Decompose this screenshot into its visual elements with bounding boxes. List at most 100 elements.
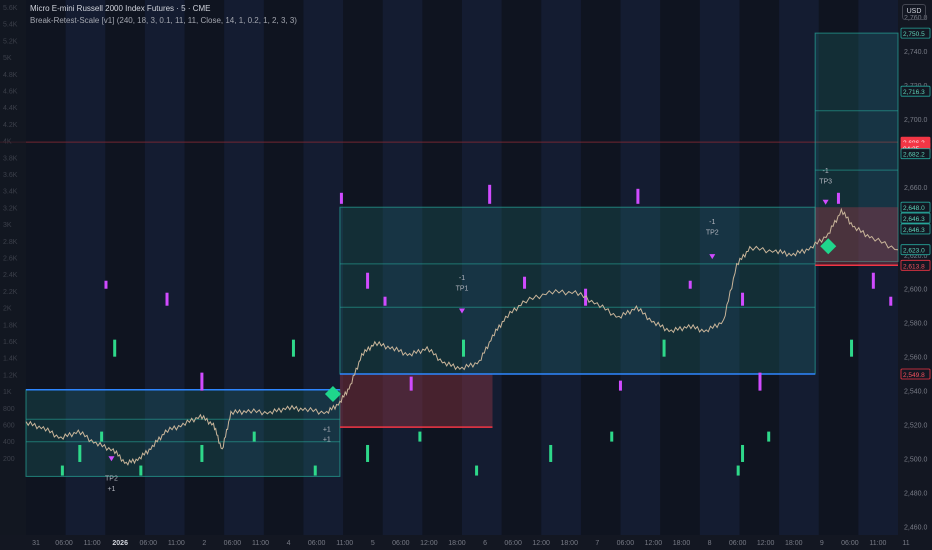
minus1-label-mid: -1 [459, 275, 465, 282]
volume-bar-up [549, 444, 553, 462]
volume-bar-up [252, 431, 256, 442]
volume-bar-up [100, 431, 104, 442]
time-axis-label: 12:00 [757, 540, 775, 547]
price-tag-label: 2,648.0 [903, 205, 925, 212]
time-axis-label: 18:00 [785, 540, 803, 547]
red-retest-zone [339, 373, 493, 428]
volume-bar-down [104, 280, 108, 289]
volume-bar-up [139, 465, 143, 476]
time-axis-label: 31 [32, 540, 40, 547]
time-axis-label: 2026 [112, 540, 128, 547]
time-axis-label: 4 [287, 540, 291, 547]
price-axis-label: 2,500.0 [904, 457, 927, 464]
time-axis-label: 11:00 [252, 540, 269, 547]
volume-bar-up [60, 465, 64, 476]
volume-bar-down [339, 192, 343, 204]
currency-button[interactable]: USD [902, 4, 926, 20]
volume-bar-up [475, 465, 479, 476]
time-axis-label: 12:00 [420, 540, 438, 547]
price-axis-label: 2,600.0 [904, 287, 927, 294]
volume-bar-down [636, 188, 640, 204]
time-axis-label: 11:00 [869, 540, 886, 547]
time-axis-label: 11 [902, 540, 909, 547]
time-axis-label: 12:00 [645, 540, 663, 547]
chart-title: Micro E-mini Russell 2000 Index Futures … [30, 4, 211, 13]
time-axis-label: 12:00 [532, 540, 550, 547]
price-axis-label: 2,520.0 [904, 423, 927, 430]
time-axis-label: 18:00 [560, 540, 578, 547]
time-axis-label: 06:00 [617, 540, 635, 547]
left-axis-panel [0, 0, 26, 550]
time-axis-label: 9 [820, 540, 824, 547]
volume-bar-down [200, 372, 204, 391]
volume-bar-down [758, 372, 762, 391]
tp1-label-mid: TP1 [456, 285, 469, 292]
volume-bar-up [200, 444, 204, 462]
time-axis-label: 06:00 [55, 540, 73, 547]
volume-bar-down [523, 276, 527, 289]
time-axis-label: 6 [483, 540, 487, 547]
time-axis-label: 11:00 [168, 540, 185, 547]
volume-bar-up [850, 339, 854, 357]
price-axis-label: 2,460.0 [904, 525, 927, 532]
volume-bar-up [113, 339, 117, 357]
price-tag-label: 2,682.2 [903, 152, 925, 159]
volume-bar-down [688, 280, 692, 289]
chart-canvas: 5.6K5.4K5.2K5K4.8K4.6K4.4K4.2K4K3.8K3.6K… [0, 0, 932, 550]
time-axis-label: 06:00 [308, 540, 326, 547]
volume-bar-up [767, 431, 771, 442]
time-axis-label: 18:00 [448, 540, 466, 547]
volume-bar-down [889, 296, 893, 306]
zone-2 [339, 206, 816, 375]
time-axis-label: 7 [595, 540, 599, 547]
plus1-label-left: +1 [107, 486, 115, 493]
price-axis-label: 2,740.0 [904, 49, 927, 56]
price-axis-label: 2,560.0 [904, 355, 927, 362]
price-tag-label: 2,646.3 [903, 227, 925, 234]
volume-bar-down [618, 380, 622, 391]
volume-bar-up [418, 431, 422, 442]
time-axis-label: 06:00 [139, 540, 157, 547]
volume-bar-up [313, 465, 317, 476]
small-label-b: +1 [323, 437, 331, 444]
time-axis-label: 06:00 [841, 540, 859, 547]
volume-bar-up [736, 465, 740, 476]
time-axis-label: 06:00 [392, 540, 410, 547]
small-label-a: +1 [323, 426, 331, 433]
time-axis: 31 06:00 11:00 2026 06:00 11:00 2 06:00 11:00 4 06… [0, 535, 932, 550]
price-tag-label: 2,613.8 [903, 263, 925, 270]
time-axis-label: 5 [371, 540, 375, 547]
price-axis-label: 2,700.0 [904, 117, 927, 124]
volume-bar-down [409, 376, 413, 391]
volume-bar-up [662, 339, 666, 357]
volume-bar-up [610, 431, 614, 442]
time-axis-label: 11:00 [84, 540, 101, 547]
red-retest-zone-2 [815, 207, 898, 266]
price-tag-label: 2,623.0 [903, 248, 925, 255]
price-axis-label: 2,660.0 [904, 185, 927, 192]
time-axis-label: 06:00 [504, 540, 522, 547]
price-tag-label: 2,750.5 [903, 31, 925, 38]
minus1-label-right: -1 [709, 219, 715, 226]
time-axis-label: 11:00 [336, 540, 353, 547]
tp2-label-left: TP2 [105, 476, 118, 483]
volume-bar-down [165, 292, 169, 306]
minus1-label-top: -1 [823, 168, 829, 175]
price-axis-label: 2,580.0 [904, 321, 927, 328]
volume-bar-up [741, 444, 745, 462]
time-axis-label: 06:00 [729, 540, 747, 547]
volume-bar-down [871, 272, 875, 289]
time-axis-label: 2 [202, 540, 206, 547]
volume-bar-down [741, 292, 745, 306]
volume-bar-up [78, 444, 82, 462]
price-tag-label: 2,716.3 [903, 89, 925, 96]
tp2-label-right: TP2 [706, 229, 719, 236]
volume-bar-down [383, 296, 387, 306]
volume-bar-down [836, 192, 840, 204]
indicator-label: Break-Retest-Scale [v1] (240, 18, 3, 0.1… [30, 16, 297, 25]
price-axis-label: 2,480.0 [904, 491, 927, 498]
price-axis-label: 2,540.0 [904, 389, 927, 396]
volume-bar-down [366, 272, 370, 289]
time-axis-label: 18:00 [673, 540, 691, 547]
time-axis-label: 06:00 [224, 540, 242, 547]
